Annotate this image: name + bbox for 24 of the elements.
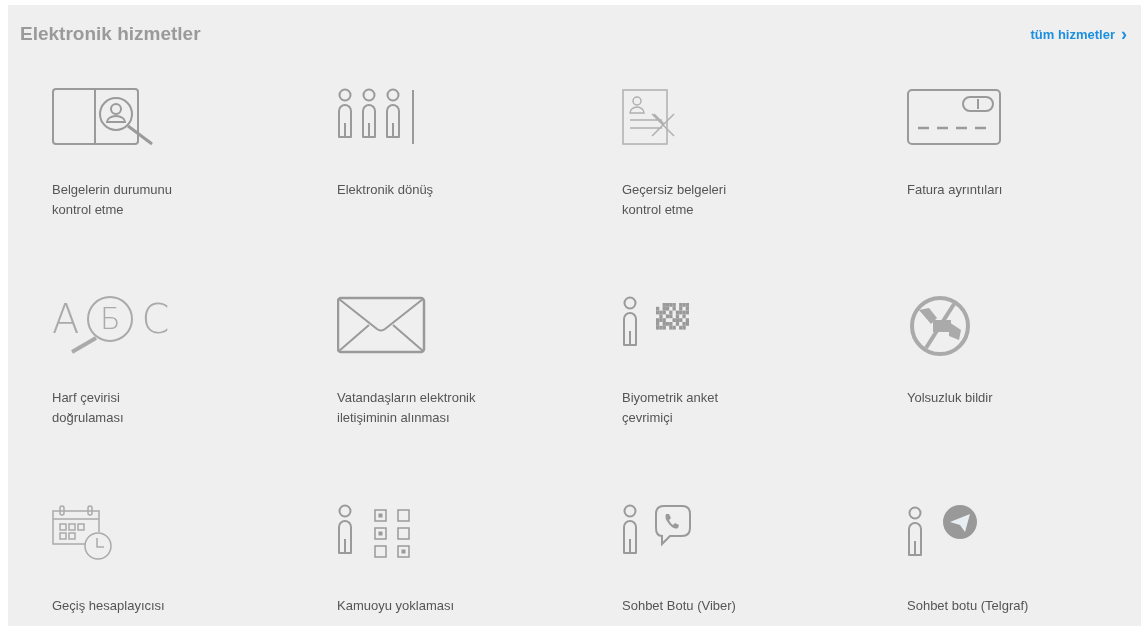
service-link[interactable]: Fatura ayrıntıları (907, 179, 1141, 220)
magnified-letter: Б (87, 295, 134, 342)
icon-letter: A (52, 298, 80, 339)
service-link[interactable]: Sohbet botu (Telgraf) (907, 595, 1141, 626)
envelope-icon (337, 295, 427, 354)
crossed-document-icon (622, 87, 678, 146)
service-link[interactable]: Geçersiz belgeleri kontrol etme (622, 179, 907, 220)
service-link[interactable]: Harf çevirisi doğrulaması (52, 387, 337, 428)
calendar-clock-icon (52, 503, 114, 562)
service-link[interactable]: Sohbet Botu (Viber) (622, 595, 907, 626)
service-link[interactable]: Biyometrik anket çevrimiçi (622, 387, 907, 428)
service-link[interactable]: Vatandaşların elektronik iletişiminin alınması (337, 387, 622, 428)
icon-letter: C (141, 298, 170, 339)
people-queue-icon (337, 87, 417, 146)
no-bribe-icon (907, 295, 973, 356)
service-link[interactable]: Yolsuzluk bildir (907, 387, 1141, 428)
service-link[interactable]: Belgelerin durumunu kontrol etme (52, 179, 337, 220)
service-link[interactable]: Geçiş hesaplayıcısı (52, 595, 337, 626)
credit-card-icon (907, 87, 1003, 146)
service-link[interactable]: Kamuoyu yoklaması (337, 595, 622, 626)
document-search-icon (52, 87, 154, 146)
section-title: Elektronik hizmetler (20, 23, 201, 46)
service-link[interactable]: Elektronik dönüş (337, 179, 622, 220)
magnifier-handle-icon (70, 335, 98, 354)
